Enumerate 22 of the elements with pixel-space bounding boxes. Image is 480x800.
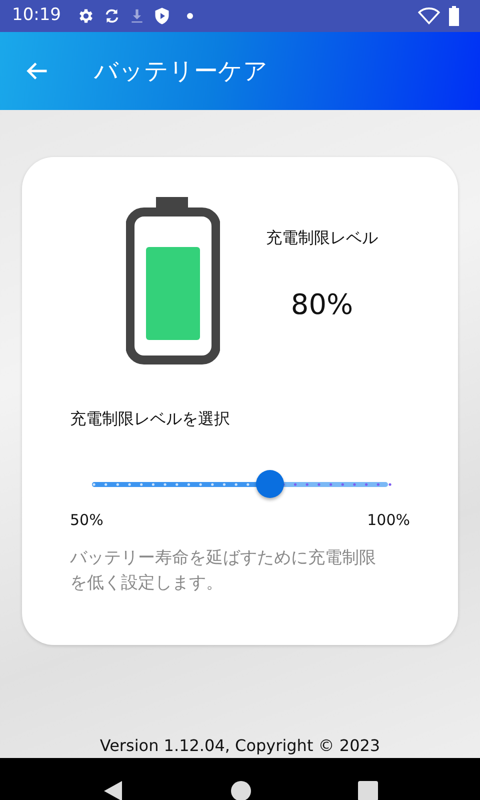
slider-thumb[interactable] <box>256 470 284 498</box>
recents-nav-icon[interactable] <box>358 781 378 800</box>
back-nav-icon[interactable] <box>102 780 124 800</box>
wifi-icon <box>418 7 440 25</box>
settings-icon <box>77 7 95 25</box>
version-text: Version 1.12.04, Copyright © 2023 <box>98 735 382 757</box>
min-label: 50% <box>70 510 104 531</box>
battery-status-icon <box>448 6 460 26</box>
max-label: 100% <box>367 510 410 531</box>
home-nav-icon[interactable] <box>230 781 251 800</box>
slider-label: 充電制限レベルを選択 <box>70 408 231 430</box>
limit-level-label: 充電制限レベル <box>266 227 378 249</box>
notification-dot-icon <box>187 13 193 19</box>
status-time: 10:19 <box>12 4 61 28</box>
download-icon <box>129 7 145 25</box>
shield-icon <box>153 7 171 25</box>
tick-marks-icon <box>92 482 392 487</box>
sync-icon <box>103 7 121 25</box>
description-text: バッテリー寿命を延ばすために充電制限を低く設定します。 <box>70 546 377 595</box>
screen-title: バッテリーケア <box>94 56 268 87</box>
battery-icon <box>126 197 220 365</box>
limit-level-value: 80% <box>290 287 354 323</box>
